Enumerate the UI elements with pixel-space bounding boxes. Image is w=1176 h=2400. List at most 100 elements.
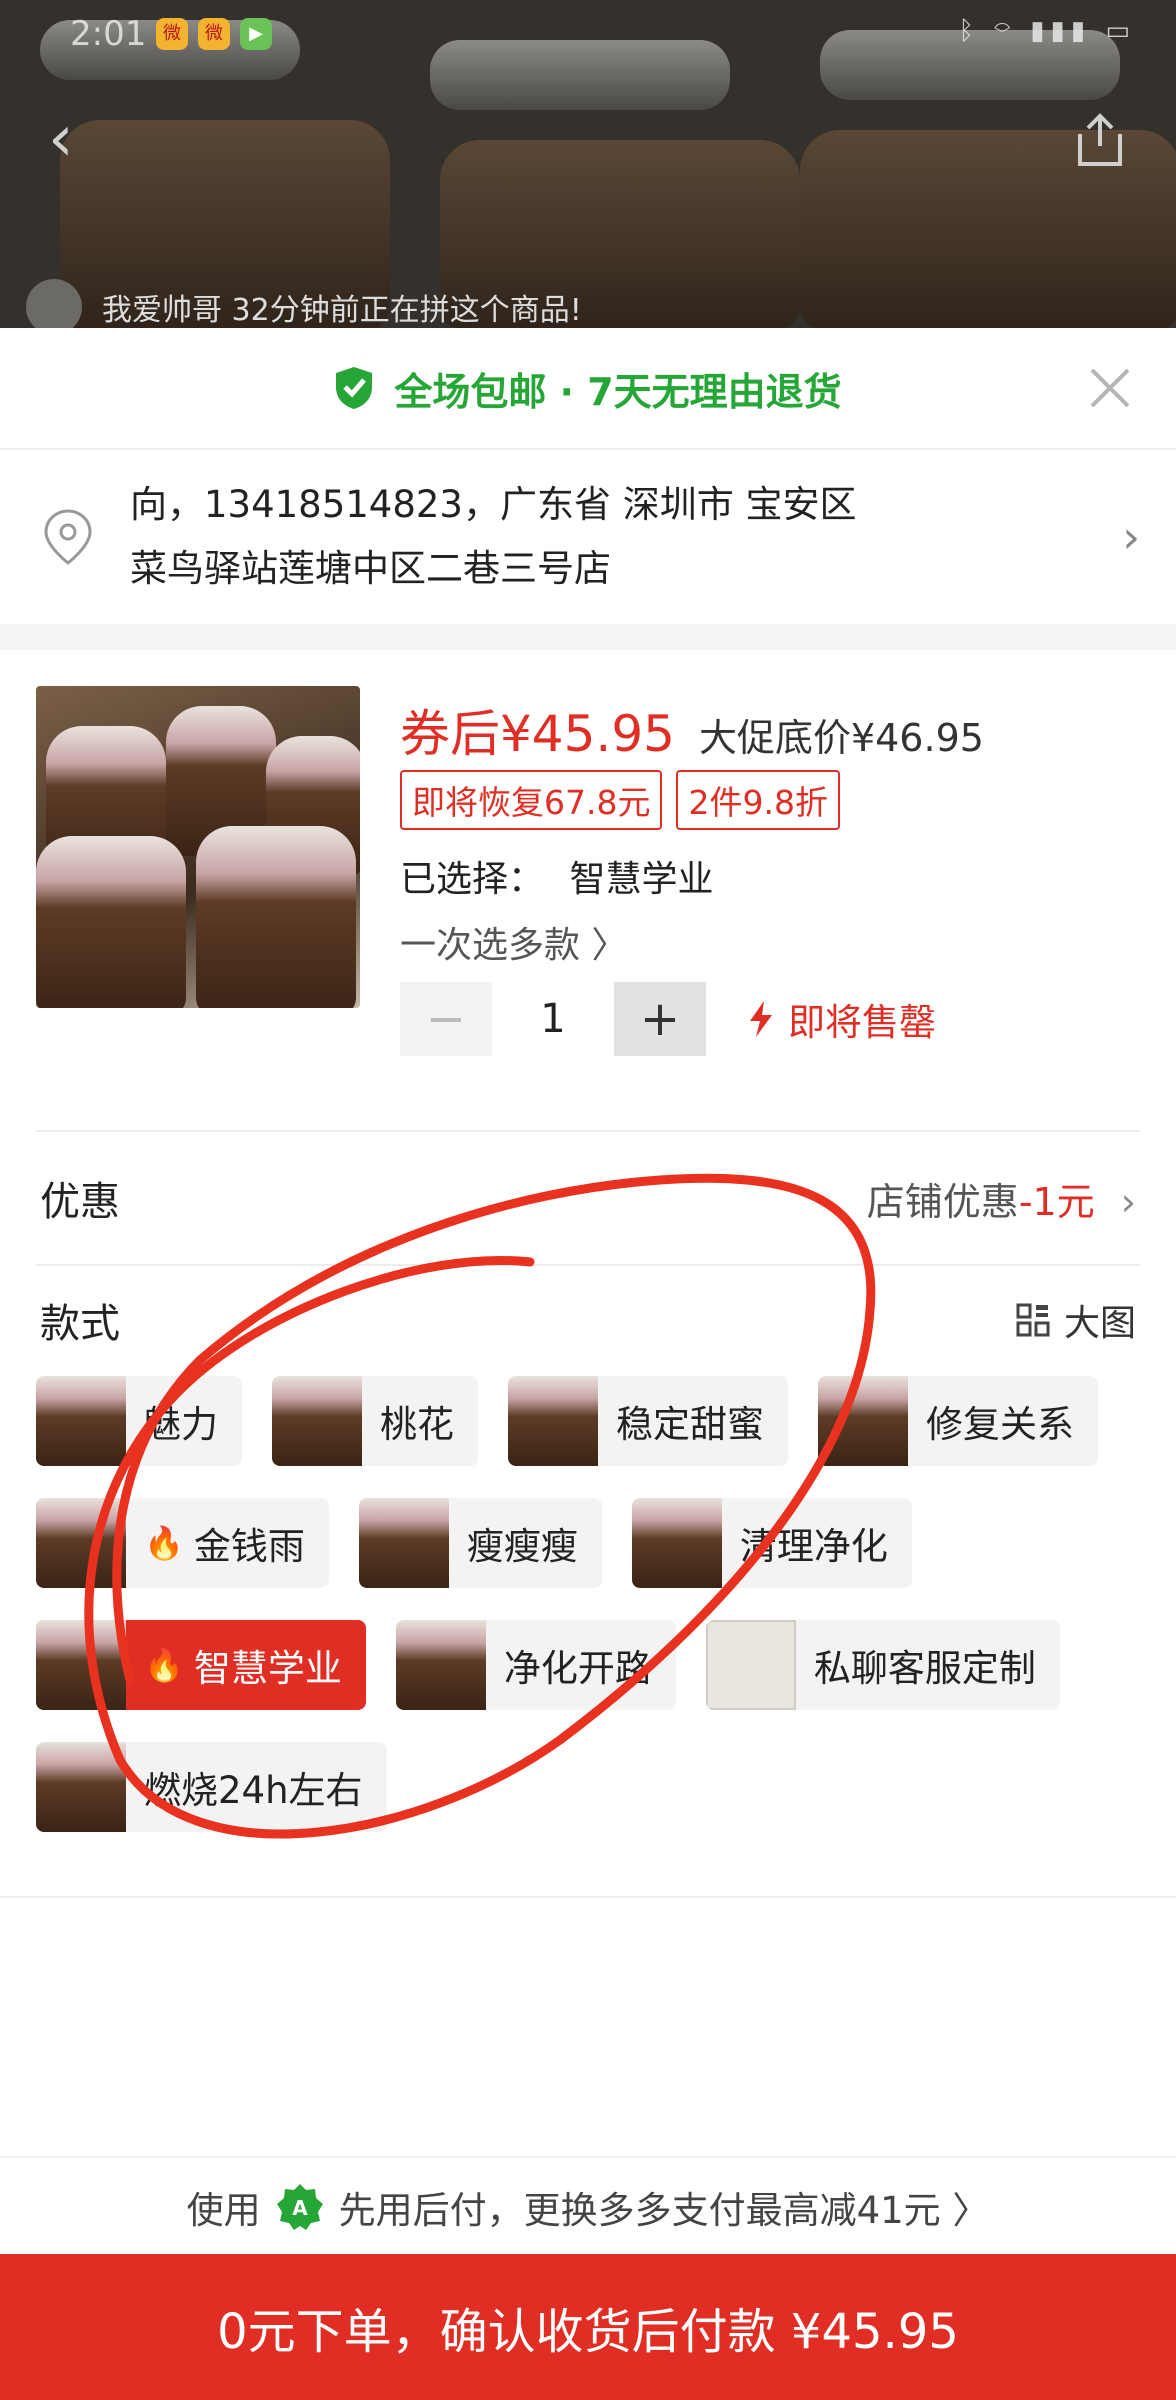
style-option-thumbnail: [818, 1376, 908, 1466]
pay-tip-prefix: 使用: [186, 2189, 261, 2232]
address-text: 向，13418514823，广东省 深圳市 宝安区 菜鸟驿站莲塘中区二巷三号店: [130, 473, 856, 601]
style-option-thumbnail: [395, 1620, 486, 1710]
close-icon[interactable]: [1084, 362, 1136, 414]
style-option-chip[interactable]: 魅力: [36, 1376, 242, 1466]
benefit-banner: 全场包邮 · 7天无理由退货: [0, 328, 1176, 450]
big-image-toggle[interactable]: 大图: [1016, 1294, 1136, 1346]
style-header: 款式 大图: [0, 1266, 1176, 1374]
style-option-label-wrap: 🔥 智慧学业: [126, 1638, 366, 1692]
product-summary: 券后¥45.95 大促底价¥46.95 即将恢复67.8元 2件9.8折 已选择…: [0, 650, 1176, 1130]
pay-later-badge-icon: A: [276, 2184, 323, 2230]
style-option-chip[interactable]: 桃花: [272, 1376, 478, 1466]
sku-sheet: 全场包邮 · 7天无理由退货 向，13418514823，广东省 深圳市 宝安区…: [0, 328, 1176, 2400]
jar-decoration: [196, 826, 356, 1008]
style-option-thumbnail: [358, 1498, 449, 1588]
benefit-text: 全场包邮 · 7天无理由退货: [394, 369, 842, 414]
stock-alert-text: 即将售罄: [788, 1001, 936, 1044]
style-option-label: 桃花: [380, 1403, 454, 1446]
style-option-thumbnail: [36, 1620, 126, 1710]
status-time: 2:01: [70, 14, 147, 54]
style-option-chip[interactable]: 净化开路: [395, 1620, 676, 1710]
pay-later-tip[interactable]: 使用 A 先用后付，更换多多支付最高减41元 〉: [0, 2156, 1176, 2256]
selected-value: 智慧学业: [569, 859, 714, 900]
style-option-thumbnail: [36, 1742, 126, 1832]
back-chevron-icon[interactable]: ‹: [48, 104, 104, 174]
product-thumbnail[interactable]: [36, 686, 360, 1008]
video-icon: ▶: [240, 18, 272, 50]
selected-label: 已选择：: [400, 859, 545, 900]
style-option-label: 金钱雨: [193, 1525, 305, 1568]
location-pin-icon: [44, 509, 92, 565]
stock-alert: 即将售罄: [746, 992, 936, 1046]
style-option-chip[interactable]: 瘦瘦瘦: [358, 1498, 602, 1588]
style-option-label: 稳定甜蜜: [616, 1403, 764, 1446]
style-option-label-wrap: 桃花: [362, 1394, 478, 1448]
style-label: 款式: [40, 1301, 120, 1347]
style-options: 魅力 桃花 稳定甜蜜 修复关系 🔥 金钱雨 瘦瘦瘦 清理净化 🔥 智慧学业 净化开路 私聊客服定制 燃烧…: [0, 1376, 1176, 1832]
style-option-label: 净化开路: [503, 1647, 652, 1690]
quantity-value[interactable]: 1: [492, 996, 614, 1042]
style-option-label: 瘦瘦瘦: [466, 1525, 578, 1568]
chevron-right-icon: ›: [1122, 511, 1140, 563]
style-option-label: 清理净化: [739, 1525, 888, 1568]
jar-decoration: [36, 836, 186, 1008]
style-option-thumbnail: [36, 1376, 126, 1466]
style-option-thumbnail: [272, 1376, 362, 1466]
price-tags: 即将恢复67.8元 2件9.8折: [400, 770, 840, 830]
multi-select-link[interactable]: 一次选多款 〉: [400, 916, 627, 968]
style-option-chip[interactable]: 🔥 金钱雨: [36, 1498, 329, 1588]
style-option-thumbnail: [508, 1376, 598, 1466]
style-option-label-wrap: 清理净化: [722, 1516, 912, 1570]
style-option-label-wrap: 净化开路: [486, 1638, 676, 1692]
weibo-icon: 微: [156, 18, 188, 50]
price-tag: 即将恢复67.8元: [400, 770, 663, 830]
style-option-label: 魅力: [144, 1403, 218, 1446]
style-option-label-wrap: 🔥 金钱雨: [126, 1516, 329, 1570]
style-option-label: 私聊客服定制: [813, 1647, 1036, 1690]
style-option-label-wrap: 瘦瘦瘦: [449, 1516, 602, 1570]
style-option-label-wrap: 燃烧24h左右: [126, 1760, 387, 1814]
flame-icon: 🔥: [144, 1646, 184, 1684]
share-icon[interactable]: [1072, 110, 1128, 170]
pay-tip-text: 先用后付，更换多多支付最高减41元 〉: [338, 2189, 990, 2232]
discount-row[interactable]: 优惠 店铺优惠-1元 ›: [0, 1132, 1176, 1264]
divider: [0, 1896, 1176, 1898]
style-option-thumbnail: [705, 1620, 796, 1710]
style-option-label-wrap: 魅力: [126, 1394, 242, 1448]
discount-amount: -1元: [1018, 1179, 1095, 1224]
style-option-label-wrap: 稳定甜蜜: [598, 1394, 788, 1448]
style-option-chip[interactable]: 私聊客服定制: [705, 1620, 1060, 1710]
style-option-chip[interactable]: 🔥 智慧学业: [36, 1620, 366, 1710]
price-tag: 2件9.8折: [676, 770, 840, 830]
style-option-thumbnail: [631, 1498, 722, 1588]
style-option-label: 燃烧24h左右: [144, 1769, 363, 1812]
flame-icon: 🔥: [144, 1524, 184, 1562]
address-line-1: 向，13418514823，广东省 深圳市 宝安区: [130, 483, 857, 526]
lightning-icon: [750, 1001, 772, 1037]
svg-text:A: A: [292, 2196, 308, 2220]
status-bar: 2:01 微 微 ▶ ᛒ ⌔ ▮▮▮ ▭: [0, 0, 1176, 70]
style-option-chip[interactable]: 清理净化: [631, 1498, 912, 1588]
price-line: 券后¥45.95 大促底价¥46.95: [400, 694, 984, 766]
quantity-minus-button[interactable]: −: [400, 982, 492, 1056]
address-line-2: 菜鸟驿站莲塘中区二巷三号店: [130, 547, 611, 590]
quantity-stepper: − 1 + 即将售罄: [400, 982, 936, 1056]
weibo-icon: 微: [198, 18, 230, 50]
place-order-button[interactable]: 0元下单，确认收货后付款 ¥45.95: [0, 2254, 1176, 2400]
ticker-text: 我爱帅哥 32分钟前正在拼这个商品!: [102, 293, 582, 328]
style-option-label: 智慧学业: [193, 1647, 342, 1690]
style-option-chip[interactable]: 稳定甜蜜: [508, 1376, 788, 1466]
style-option-thumbnail: [36, 1498, 126, 1588]
quantity-plus-button[interactable]: +: [614, 982, 706, 1056]
style-option-chip[interactable]: 燃烧24h左右: [36, 1742, 387, 1832]
shield-check-icon: [336, 367, 373, 409]
section-gap: [0, 624, 1176, 650]
big-image-label: 大图: [1063, 1303, 1136, 1344]
style-option-label-wrap: 修复关系: [908, 1394, 1098, 1448]
grid-icon: [1016, 1303, 1050, 1337]
chevron-right-icon: ›: [1120, 1179, 1136, 1224]
style-option-chip[interactable]: 修复关系: [818, 1376, 1098, 1466]
avatar: [26, 279, 82, 335]
address-row[interactable]: 向，13418514823，广东省 深圳市 宝安区 菜鸟驿站莲塘中区二巷三号店 …: [0, 450, 1176, 624]
discount-value: 店铺优惠-1元 ›: [867, 1171, 1136, 1226]
